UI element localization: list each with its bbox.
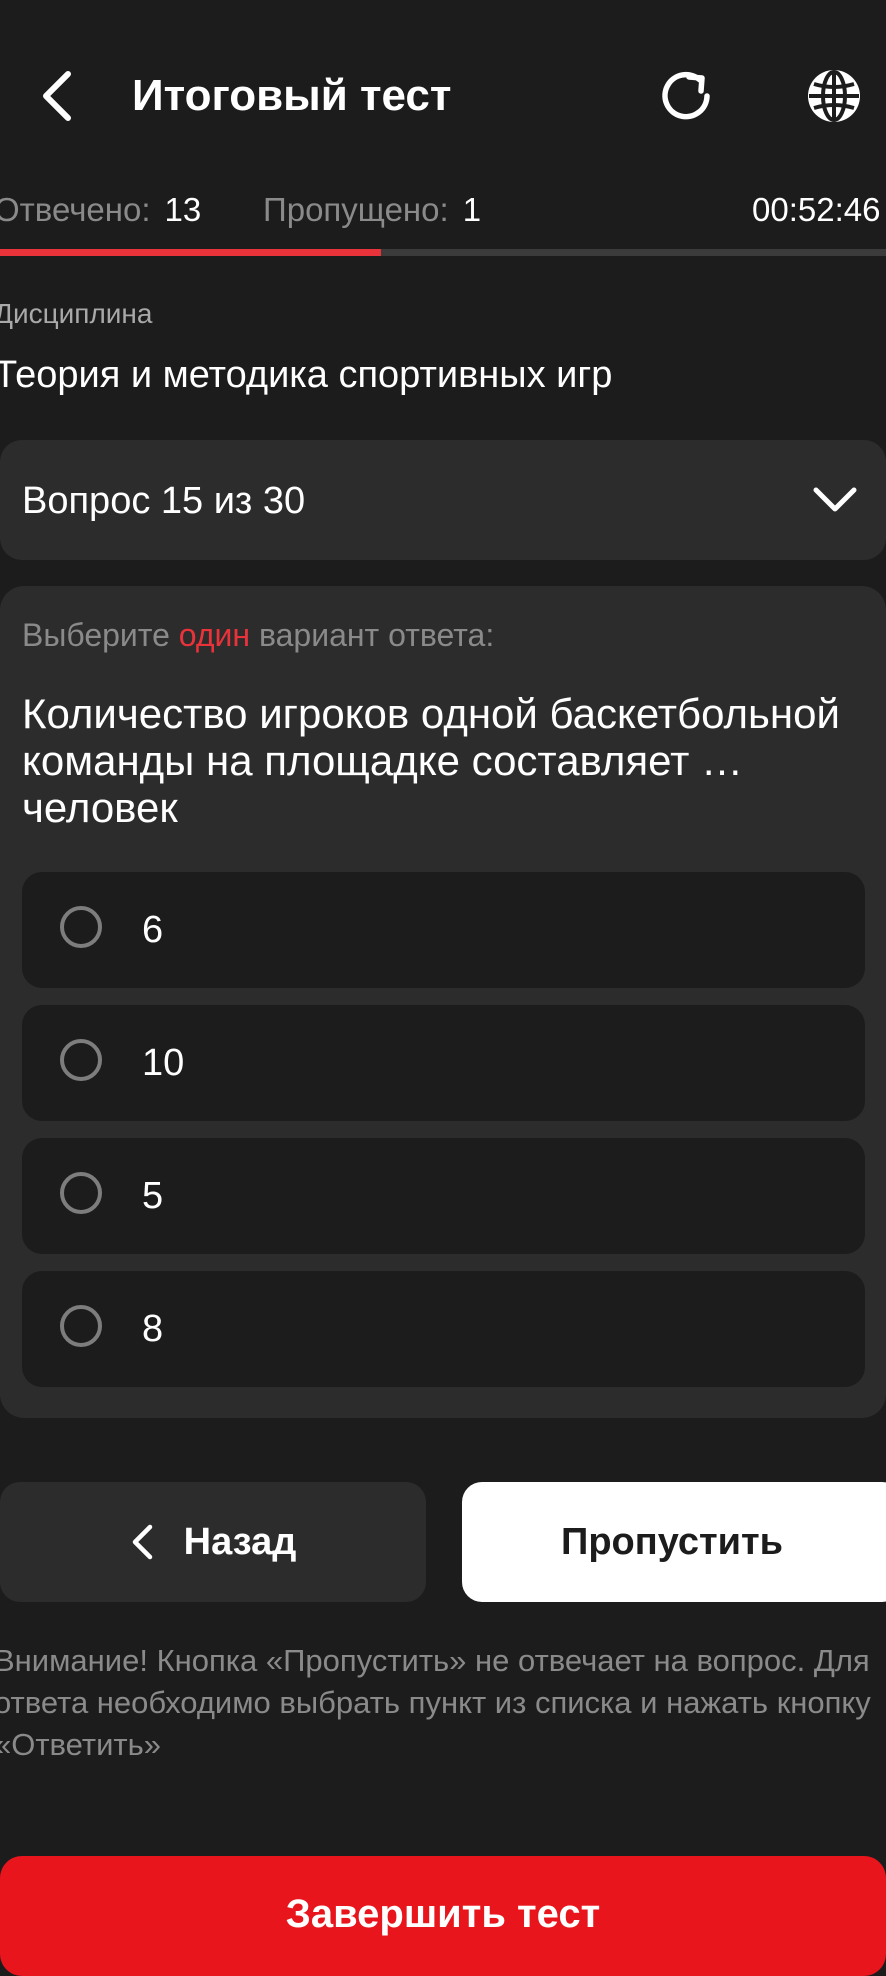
question-number: Вопрос 15 из 30 [22, 480, 306, 522]
finish-label: Завершить тест [285, 1892, 601, 1936]
chevron-left-icon [132, 1524, 152, 1560]
skip-button[interactable]: Пропустить [462, 1482, 886, 1602]
option-label: 10 [142, 1042, 185, 1084]
answer-option[interactable]: 10 [22, 1005, 865, 1121]
page-title: Итоговый тест [132, 71, 452, 120]
skip-label: Пропустить [561, 1520, 783, 1563]
instruction-text: Выберите [22, 617, 179, 653]
timer: 00:52:46 [752, 191, 881, 228]
option-label: 5 [142, 1175, 164, 1217]
back-button[interactable] [18, 58, 94, 134]
instruction-text-end: вариант ответа: [250, 617, 495, 653]
refresh-button[interactable] [648, 58, 724, 134]
progress-fill [0, 249, 381, 256]
skip-notice: Внимание! Кнопка «Пропустить» не отвечае… [0, 1643, 871, 1762]
answer-instruction: Выберите один вариант ответа: [22, 614, 494, 656]
option-label: 8 [142, 1308, 164, 1350]
refresh-icon [662, 71, 710, 120]
question-text: Количество игроков одной баскетбольной к… [22, 690, 840, 831]
language-button[interactable] [796, 58, 872, 134]
globe-icon [808, 70, 860, 122]
answer-option[interactable]: 6 [22, 872, 865, 988]
instruction-accent: один [178, 617, 251, 653]
discipline-label: Дисциплина [0, 298, 153, 329]
progress-bar [0, 249, 886, 256]
skipped-count: 1 [462, 191, 482, 228]
skipped-label: Пропущено: [263, 191, 449, 228]
radio-button[interactable] [60, 1305, 102, 1347]
option-label: 6 [142, 909, 164, 951]
chevron-down-icon[interactable] [800, 468, 870, 532]
previous-question-button[interactable]: Назад [0, 1482, 426, 1602]
radio-button[interactable] [60, 1172, 102, 1214]
answered-label: Отвечено: [0, 191, 151, 228]
finish-test-button[interactable]: Завершить тест [0, 1856, 886, 1976]
skipped-stat: Пропущено: 1 [263, 188, 481, 232]
answer-option[interactable]: 5 [22, 1138, 865, 1254]
radio-button[interactable] [60, 1039, 102, 1081]
answered-count: 13 [164, 191, 202, 228]
chevron-left-icon [43, 71, 71, 121]
answered-stat: Отвечено: 13 [0, 188, 201, 232]
radio-button[interactable] [60, 906, 102, 948]
discipline-name: Теория и методика спортивных игр [0, 354, 613, 396]
answer-option[interactable]: 8 [22, 1271, 865, 1387]
back-label: Назад [183, 1520, 297, 1563]
